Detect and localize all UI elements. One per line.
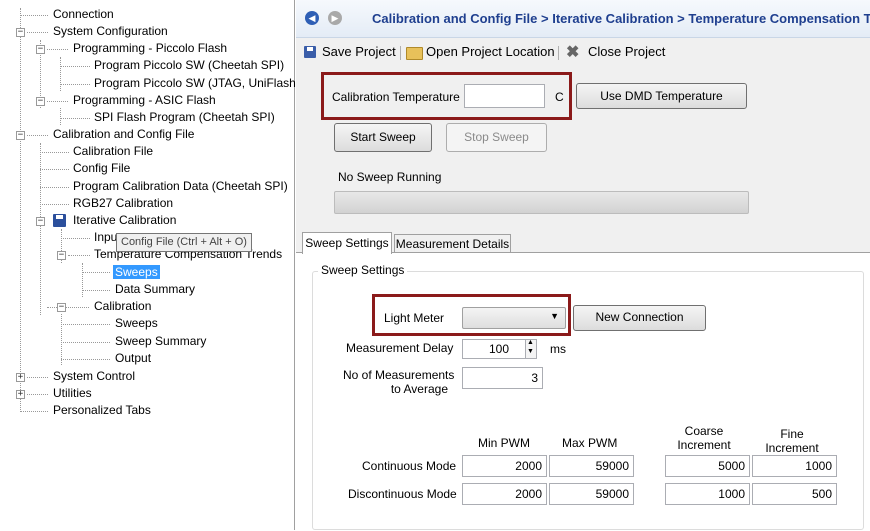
tab-sweep-settings[interactable]: Sweep Settings: [302, 232, 392, 254]
continuous-fine-increment-input[interactable]: 1000: [752, 455, 837, 477]
tree-item-sweeps-selected[interactable]: Sweeps: [113, 264, 160, 281]
tree-item-config-file[interactable]: Config File: [73, 160, 130, 177]
main-pane: ◀ ▶ Calibration and Config File > Iterat…: [296, 0, 870, 531]
measurements-average-label-2: to Average: [390, 382, 448, 396]
back-arrow-icon[interactable]: ◀: [305, 11, 319, 25]
close-x-icon: ✖: [566, 44, 580, 61]
discontinuous-max-pwm-input[interactable]: 59000: [549, 483, 634, 505]
sweep-progress-bar: [334, 191, 749, 214]
collapse-icon[interactable]: −: [16, 131, 25, 140]
toolbar: Save Project Open Project Location ✖ Clo…: [296, 38, 870, 66]
continuous-coarse-increment-input[interactable]: 5000: [665, 455, 750, 477]
tree-item-program-piccolo-jtag[interactable]: Program Piccolo SW (JTAG, UniFlash): [94, 75, 300, 92]
delay-unit-label: ms: [550, 342, 566, 356]
save-project-button[interactable]: Save Project: [322, 44, 396, 59]
tree-item-personalized-tabs[interactable]: Personalized Tabs: [53, 402, 151, 419]
expand-icon[interactable]: +: [16, 373, 25, 382]
continuous-mode-label: Continuous Mode: [362, 459, 457, 473]
measurements-average-label: No of Measurements: [343, 368, 455, 382]
max-pwm-header: Max PWM: [562, 436, 618, 450]
measurements-average-input[interactable]: 3: [462, 367, 543, 389]
calibration-temperature-label: Calibration Temperature: [332, 90, 460, 104]
sweep-settings-panel: Sweep Settings Light Meter ▼ New Connect…: [296, 252, 870, 531]
tree-item-data-summary[interactable]: Data Summary: [115, 281, 195, 298]
light-meter-select[interactable]: ▼: [462, 307, 566, 329]
tree-item-sweeps[interactable]: Sweeps: [115, 315, 158, 332]
tree-item-utilities[interactable]: Utilities: [53, 385, 92, 402]
delay-stepper[interactable]: ▲ ▼: [525, 339, 537, 359]
stop-sweep-button[interactable]: Stop Sweep: [446, 123, 547, 152]
new-connection-button[interactable]: New Connection: [573, 305, 706, 331]
tree-item-program-calibration-data[interactable]: Program Calibration Data (Cheetah SPI): [73, 178, 288, 195]
discontinuous-fine-increment-input[interactable]: 500: [752, 483, 837, 505]
discontinuous-mode-label: Discontinuous Mode: [348, 487, 457, 501]
tree-item-programming-asic-flash[interactable]: Programming - ASIC Flash: [73, 92, 216, 109]
expand-icon[interactable]: +: [16, 390, 25, 399]
tree-item-program-piccolo-cheetah[interactable]: Program Piccolo SW (Cheetah SPI): [94, 57, 284, 74]
use-dmd-temperature-button[interactable]: Use DMD Temperature: [576, 83, 747, 109]
fine-increment-header-2: Increment: [765, 441, 819, 455]
folder-icon: [406, 47, 423, 60]
tooltip: Config File (Ctrl + Alt + O): [116, 233, 252, 252]
toolbar-separator: [400, 46, 401, 60]
continuous-max-pwm-input[interactable]: 59000: [549, 455, 634, 477]
header-bar: ◀ ▶ Calibration and Config File > Iterat…: [296, 0, 870, 38]
continuous-min-pwm-input[interactable]: 2000: [462, 455, 547, 477]
coarse-increment-header: Coarse: [684, 424, 724, 438]
tab-measurement-details[interactable]: Measurement Details: [394, 234, 511, 253]
open-project-location-button[interactable]: Open Project Location: [426, 44, 555, 59]
collapse-icon[interactable]: −: [16, 28, 25, 37]
light-meter-label: Light Meter: [384, 311, 445, 325]
tree-item-programming-piccolo-flash[interactable]: Programming - Piccolo Flash: [73, 40, 227, 57]
collapse-icon[interactable]: −: [36, 97, 45, 106]
forward-arrow-icon[interactable]: ▶: [328, 11, 342, 25]
save-disk-icon: [53, 214, 66, 227]
save-icon: [304, 46, 316, 58]
discontinuous-min-pwm-input[interactable]: 2000: [462, 483, 547, 505]
sweep-status-label: No Sweep Running: [338, 170, 442, 184]
tree-item-iterative-calibration[interactable]: Iterative Calibration: [73, 212, 176, 229]
chevron-down-icon: ▼: [550, 311, 559, 321]
tree-item-output[interactable]: Output: [115, 350, 151, 367]
tree-item-system-configuration[interactable]: System Configuration: [53, 23, 168, 40]
collapse-icon[interactable]: −: [57, 251, 66, 260]
min-pwm-header: Min PWM: [478, 436, 530, 450]
tree-item-calibration-and-config-file[interactable]: Calibration and Config File: [53, 126, 194, 143]
toolbar-separator: [558, 46, 559, 60]
coarse-increment-header-2: Increment: [677, 438, 731, 452]
tree-item-calibration[interactable]: Calibration: [94, 298, 151, 315]
breadcrumb: Calibration and Config File > Iterative …: [372, 11, 870, 26]
tree-item-connection[interactable]: Connection: [53, 6, 114, 23]
navigation-tree: − − − − − − − + + Connection System Conf…: [0, 0, 300, 530]
tree-item-system-control[interactable]: System Control: [53, 368, 135, 385]
fine-increment-header: Fine: [780, 427, 804, 441]
tree-item-rgb27-calibration[interactable]: RGB27 Calibration: [73, 195, 173, 212]
collapse-icon[interactable]: −: [57, 303, 66, 312]
sweep-settings-group-title: Sweep Settings: [318, 263, 408, 277]
measurement-delay-label: Measurement Delay: [346, 341, 454, 355]
tree-item-sweep-summary[interactable]: Sweep Summary: [115, 333, 206, 350]
collapse-icon[interactable]: −: [36, 45, 45, 54]
close-project-button[interactable]: Close Project: [588, 44, 665, 59]
stepper-up-icon[interactable]: ▲: [527, 339, 534, 346]
calibration-temperature-input[interactable]: [464, 84, 545, 108]
temperature-unit-label: C: [555, 90, 564, 104]
tree-item-calibration-file[interactable]: Calibration File: [73, 143, 153, 160]
discontinuous-coarse-increment-input[interactable]: 1000: [665, 483, 750, 505]
selected-label: Sweeps: [113, 265, 160, 279]
start-sweep-button[interactable]: Start Sweep: [334, 123, 432, 152]
stepper-down-icon[interactable]: ▼: [527, 348, 534, 355]
collapse-icon[interactable]: −: [36, 217, 45, 226]
tree-item-input[interactable]: Inpu: [94, 229, 117, 246]
measurement-delay-input[interactable]: 100: [462, 339, 526, 359]
tree-item-spi-flash-program[interactable]: SPI Flash Program (Cheetah SPI): [94, 109, 275, 126]
